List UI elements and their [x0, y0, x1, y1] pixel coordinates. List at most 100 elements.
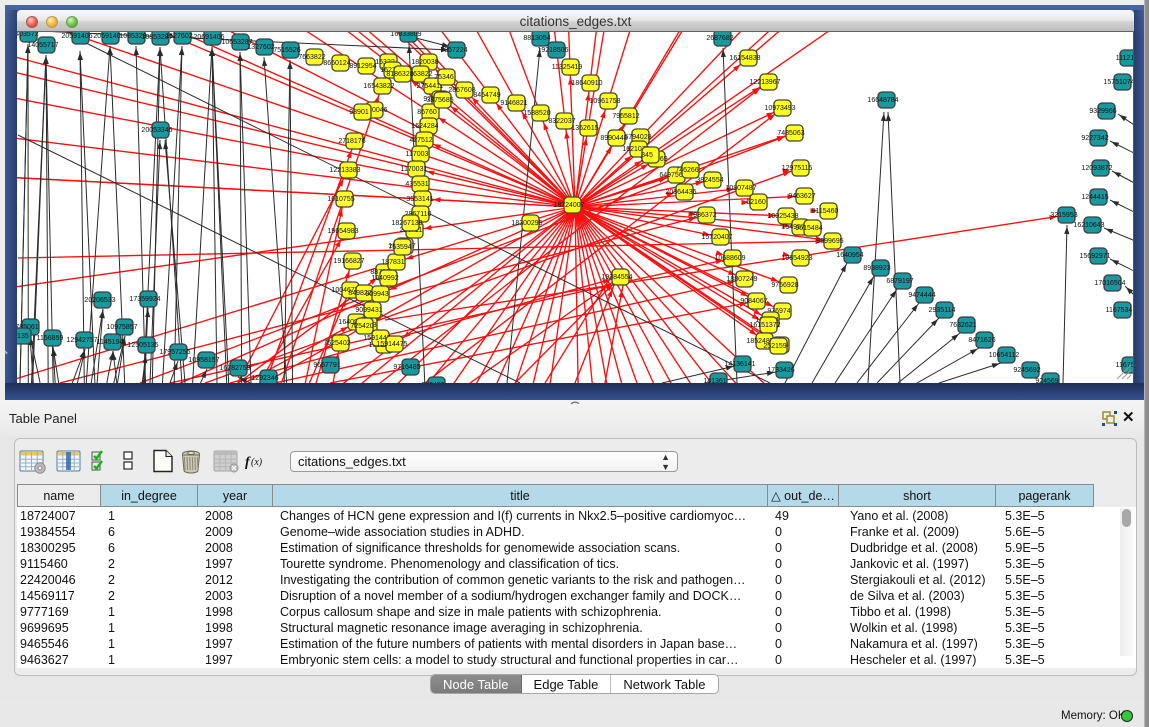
- svg-text:2718176: 2718176: [338, 138, 365, 145]
- svg-text:19654983: 19654983: [327, 228, 358, 235]
- svg-text:19218506: 19218506: [537, 47, 568, 54]
- svg-text:9227342: 9227342: [1081, 135, 1108, 142]
- svg-text:8912954: 8912954: [349, 63, 376, 70]
- svg-text:16210643: 16210643: [1073, 222, 1104, 229]
- svg-text:12213967: 12213967: [749, 79, 780, 86]
- svg-text:10958157: 10958157: [188, 357, 219, 364]
- svg-text:14136141: 14136141: [724, 361, 755, 368]
- svg-text:924569: 924569: [1035, 378, 1058, 383]
- svg-text:7632621: 7632621: [949, 322, 976, 329]
- svg-text:15751074: 15751074: [1103, 79, 1133, 86]
- svg-text:845: 845: [641, 152, 653, 159]
- svg-text:1156859: 1156859: [37, 335, 64, 342]
- svg-text:14055717: 14055717: [27, 42, 58, 49]
- svg-text:8660124: 8660124: [323, 60, 350, 67]
- svg-text:8471626: 8471626: [968, 337, 995, 344]
- svg-text:20206533: 20206533: [84, 297, 115, 304]
- svg-text:8938923: 8938923: [863, 265, 890, 272]
- svg-text:9099431: 9099431: [355, 307, 382, 314]
- svg-text:7625402: 7625402: [323, 340, 350, 347]
- svg-text:1292346: 1292346: [251, 375, 278, 382]
- svg-text:19384554: 19384554: [601, 274, 632, 281]
- svg-text:962450: 962450: [421, 382, 444, 383]
- svg-text:1167534: 1167534: [1106, 307, 1133, 314]
- svg-text:9084067: 9084067: [740, 298, 767, 305]
- svg-text:8454749: 8454749: [473, 92, 500, 99]
- svg-text:18300295: 18300295: [511, 220, 542, 227]
- svg-text:6794028: 6794028: [624, 134, 651, 141]
- svg-text:1362615: 1362615: [571, 125, 598, 132]
- svg-text:18267130: 18267130: [391, 220, 422, 227]
- svg-text:12975115: 12975115: [782, 165, 813, 172]
- svg-text:18640910: 18640910: [571, 80, 602, 87]
- svg-text:2069140: 2069140: [93, 33, 120, 40]
- svg-text:86760: 86760: [417, 109, 437, 116]
- svg-text:753594: 753594: [388, 244, 411, 251]
- svg-text:1610755: 1610755: [327, 196, 354, 203]
- svg-text:7485063: 7485063: [777, 130, 804, 137]
- svg-text:18807249: 18807249: [726, 276, 757, 283]
- svg-text:2687682: 2687682: [706, 35, 733, 42]
- svg-text:1733426: 1733426: [767, 367, 794, 374]
- svg-text:1527602: 1527602: [165, 33, 192, 40]
- svg-text:427512: 427512: [409, 137, 432, 144]
- svg-text:9615484: 9615484: [795, 225, 822, 232]
- svg-text:1040992: 1040992: [371, 275, 398, 282]
- svg-text:9657791: 9657791: [313, 362, 340, 369]
- svg-text:2867608: 2867608: [448, 87, 475, 94]
- svg-text:3553141: 3553141: [406, 196, 433, 203]
- svg-text:12505135: 12505135: [127, 342, 158, 349]
- svg-text:20053346: 20053346: [141, 127, 172, 134]
- svg-text:12942757: 12942757: [66, 337, 97, 344]
- svg-text:(x): (x): [251, 457, 263, 468]
- svg-text:10973493: 10973493: [764, 105, 795, 112]
- svg-text:2935114: 2935114: [929, 307, 956, 314]
- svg-text:15914475: 15914475: [376, 341, 407, 348]
- svg-text:75346: 75346: [434, 74, 454, 81]
- svg-text:1588520: 1588520: [523, 110, 550, 117]
- svg-text:7357224: 7357224: [440, 47, 467, 54]
- svg-text:10807487: 10807487: [725, 185, 756, 192]
- svg-text:11121: 11121: [1116, 55, 1133, 62]
- svg-text:16543822: 16543822: [363, 83, 394, 90]
- svg-text:7663822: 7663822: [298, 54, 325, 61]
- svg-text:9899695: 9899695: [816, 238, 843, 245]
- svg-text:9146821: 9146821: [500, 100, 527, 107]
- svg-text:9329966: 9329966: [1089, 108, 1116, 115]
- svg-text:1403572: 1403572: [17, 32, 39, 38]
- svg-text:1624284: 1624284: [411, 123, 438, 130]
- svg-text:17957255: 17957255: [159, 349, 190, 356]
- svg-text:15692971: 15692971: [1079, 253, 1110, 260]
- svg-text:1327602: 1327602: [247, 44, 274, 51]
- svg-text:3215953: 3215953: [1050, 212, 1077, 219]
- svg-text:8186328: 8186328: [386, 71, 413, 78]
- svg-text:8813054: 8813054: [523, 35, 550, 42]
- svg-text:17359924: 17359924: [129, 296, 160, 303]
- svg-text:3824554: 3824554: [696, 177, 723, 184]
- svg-text:7986372: 7986372: [689, 212, 716, 219]
- svg-text:435531: 435531: [405, 181, 428, 188]
- svg-text:1244415: 1244415: [1081, 194, 1108, 201]
- svg-text:10688609: 10688609: [714, 255, 745, 262]
- svg-text:3875685: 3875685: [426, 97, 453, 104]
- svg-text:16782759: 16782759: [219, 365, 250, 372]
- svg-text:9716485: 9716485: [393, 364, 420, 371]
- svg-text:9756928: 9756928: [771, 282, 798, 289]
- svg-text:1170031: 1170031: [401, 166, 428, 173]
- svg-text:10975857: 10975857: [106, 324, 137, 331]
- svg-text:1640954: 1640954: [836, 252, 863, 259]
- svg-text:20691406: 20691406: [193, 34, 224, 41]
- svg-text:20591406: 20591406: [61, 33, 92, 40]
- svg-text:19654923: 19654923: [781, 255, 812, 262]
- svg-text:39135: 39135: [17, 333, 29, 340]
- svg-text:9115460: 9115460: [812, 208, 839, 215]
- svg-text:7515526: 7515526: [273, 47, 300, 54]
- svg-text:11325419: 11325419: [552, 64, 583, 71]
- svg-text:909943: 909943: [365, 291, 388, 298]
- svg-text:16033809: 16033809: [390, 32, 421, 38]
- svg-text:15720407: 15720407: [701, 234, 732, 241]
- svg-text:98901: 98901: [349, 109, 369, 116]
- svg-text:10654112: 10654112: [989, 352, 1020, 359]
- svg-text:187831: 187831: [381, 259, 404, 266]
- svg-text:18724007: 18724007: [553, 202, 584, 209]
